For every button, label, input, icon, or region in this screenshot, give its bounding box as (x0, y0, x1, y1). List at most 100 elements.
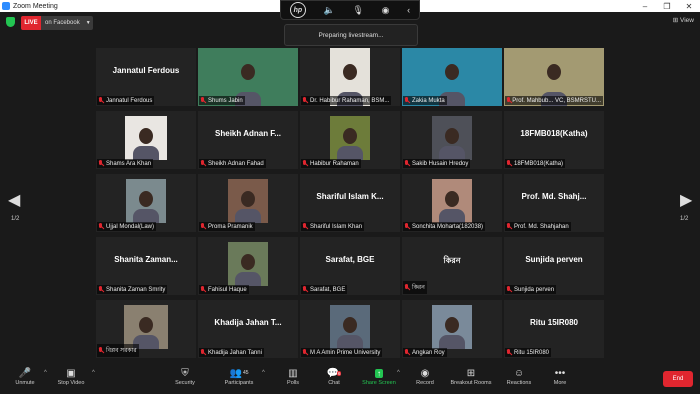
end-meeting-button[interactable]: End (663, 371, 693, 387)
participant-tile[interactable]: Zakia Mukta (402, 48, 502, 106)
muted-microphone-icon (200, 160, 206, 167)
participant-tile[interactable]: Khadija Jahan T... Khadija Jahan Tanni (198, 300, 298, 358)
breakout-rooms-label: Breakout Rooms (450, 380, 492, 386)
livestream-dropdown[interactable]: on Facebook ▼ (41, 16, 93, 30)
participant-tile[interactable]: বিপ্লব সরকার (96, 300, 196, 358)
muted-microphone-icon (506, 223, 512, 230)
more-button[interactable]: ••• More (535, 366, 585, 387)
participant-name-label: Sarafat, BGE (301, 285, 348, 294)
record-button[interactable]: ◉ Record (400, 366, 450, 387)
security-button[interactable]: ⛨ Security (160, 366, 210, 387)
security-label: Security (175, 380, 195, 386)
microphone-icon[interactable]: 🎙 (352, 5, 363, 16)
window-title: Zoom Meeting (13, 2, 58, 10)
speaker-icon[interactable]: 🔈 (324, 5, 335, 16)
participant-name-label: Fahisul Haque (199, 285, 249, 294)
video-camera-icon: ▣ (66, 367, 76, 379)
breakout-rooms-button[interactable]: ⊞ Breakout Rooms (446, 366, 496, 387)
participant-tile[interactable]: Habibur Rahaman (300, 111, 400, 169)
participant-display-name: Sheikh Adnan F... (215, 129, 281, 138)
polls-label: Polls (287, 380, 299, 386)
muted-microphone-icon (302, 349, 308, 356)
stop-video-button[interactable]: ▣ Stop Video (46, 366, 96, 387)
record-label: Record (416, 380, 434, 386)
participant-video (432, 179, 472, 223)
participant-name-label: বিপ্লব সরকার (97, 344, 139, 357)
participant-tile[interactable]: Shams Ara Khan (96, 111, 196, 169)
participants-icon: 👥 45 (229, 367, 249, 379)
muted-microphone-icon (506, 97, 511, 104)
maximize-button[interactable]: ❐ (656, 0, 678, 12)
participant-video (228, 242, 268, 286)
broadcast-icon[interactable]: ◉ (382, 5, 390, 16)
muted-microphone-icon (506, 160, 512, 167)
participant-tile[interactable]: Dr. Habibur Rahaman, BSM... (300, 48, 400, 106)
participant-tile[interactable]: Ujjal Mondal(Law) (96, 174, 196, 232)
grid-icon: ⊞ (672, 17, 679, 24)
more-label: More (553, 380, 567, 386)
participant-tile[interactable]: Sheikh Adnan F... Sheikh Adnan Fahad (198, 111, 298, 169)
person-head-shape (139, 317, 153, 334)
next-page-arrow-icon[interactable]: ▶ (680, 190, 692, 210)
prev-page-arrow-icon[interactable]: ◀ (8, 190, 20, 210)
participant-tile[interactable]: M A Amin Prime University (300, 300, 400, 358)
participant-name-label: Shanita Zaman Smrity (97, 285, 168, 294)
muted-microphone-icon (506, 286, 512, 293)
close-window-button[interactable]: ✕ (678, 0, 700, 12)
person-head-shape (547, 64, 561, 81)
person-head-shape (343, 317, 357, 334)
participant-tile[interactable]: Sonchita Moharta(182038) (402, 174, 502, 232)
chat-button[interactable]: 💬 6 Chat (309, 366, 359, 386)
participant-name: Sonchita Moharta(182038) (412, 223, 484, 230)
participant-display-name: Sunjida perven (525, 255, 583, 264)
polls-icon: ▥ (288, 367, 298, 379)
person-head-shape (241, 191, 255, 208)
participant-display-name: Jannatul Ferdous (112, 66, 180, 75)
muted-microphone-icon (200, 223, 206, 230)
participant-name: 18FMB018(Katha) (514, 160, 564, 167)
participant-tile[interactable]: Shums Jabin (198, 48, 298, 106)
participants-label: Participants (224, 380, 254, 386)
view-button[interactable]: ⊞ View (673, 16, 694, 24)
participant-tile[interactable]: Proma Pramanik (198, 174, 298, 232)
participant-tile[interactable]: কিরন কিরন (402, 237, 502, 295)
participant-tile[interactable]: Sarafat, BGE Sarafat, BGE (300, 237, 400, 295)
unmute-button[interactable]: 🎤 Unmute (0, 366, 50, 387)
person-head-shape (445, 128, 459, 145)
participant-tile[interactable]: Ritu 15IR080 Ritu 15IR080 (504, 300, 604, 358)
muted-microphone-icon (98, 97, 104, 104)
participant-name-label: Habibur Rahaman (301, 159, 361, 168)
participants-caret-icon[interactable]: ^ (262, 370, 265, 376)
person-head-shape (241, 254, 255, 271)
participant-tile[interactable]: Sunjida perven Sunjida perven (504, 237, 604, 295)
muted-microphone-icon (200, 349, 206, 356)
participant-name: Habibur Rahaman (310, 160, 359, 167)
participant-tile[interactable]: Fahisul Haque (198, 237, 298, 295)
participant-tile[interactable]: 18FMB018(Katha) 18FMB018(Katha) (504, 111, 604, 169)
participant-name-label: Shams Ara Khan (97, 159, 154, 168)
participant-name: Fahisul Haque (208, 286, 247, 293)
participant-tile[interactable]: Prof. Md. Shahj... Prof. Md. Shahjahan (504, 174, 604, 232)
collapse-arrow-icon[interactable]: ‹ (407, 5, 410, 15)
participant-tile[interactable]: Jannatul Ferdous Jannatul Ferdous (96, 48, 196, 106)
person-body-shape (337, 335, 363, 349)
participant-name: M A Amin Prime University (310, 349, 381, 356)
participant-name: Shariful Islam Khan (310, 223, 363, 230)
participant-tile[interactable]: Shariful Islam K... Shariful Islam Khan (300, 174, 400, 232)
minimize-button[interactable]: – (634, 0, 656, 12)
video-options-caret-icon[interactable]: ^ (92, 370, 95, 376)
person-body-shape (439, 209, 465, 223)
participant-video (126, 179, 166, 223)
participant-tile[interactable]: Prof. Mahbub... VC, BSMRSTU... (504, 48, 604, 106)
participant-name: Jannatul Ferdous (106, 97, 153, 104)
share-screen-button[interactable]: ↑ Share Screen (354, 366, 404, 386)
participants-button[interactable]: 👥 45 Participants (214, 366, 264, 387)
person-head-shape (241, 64, 255, 81)
muted-microphone-icon (404, 284, 410, 291)
encryption-shield-icon[interactable] (6, 17, 15, 27)
participant-tile[interactable]: Shanita Zaman... Shanita Zaman Smrity (96, 237, 196, 295)
participant-tile[interactable]: Angkan Roy (402, 300, 502, 358)
participant-tile[interactable]: Sakib Husain Hredoy (402, 111, 502, 169)
participant-name: Sakib Husain Hredoy (412, 160, 469, 167)
participant-video (125, 116, 167, 160)
